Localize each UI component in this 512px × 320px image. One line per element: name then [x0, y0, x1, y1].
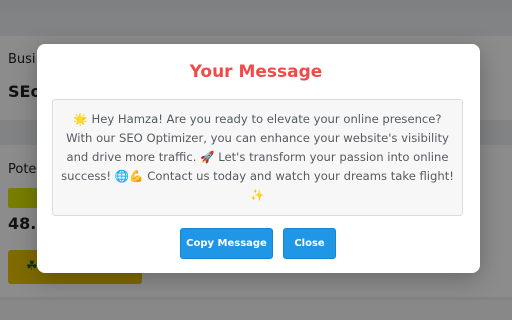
copy-message-button[interactable]: Copy Message [180, 228, 273, 259]
modal-title: Your Message [189, 62, 323, 82]
close-button[interactable]: Close [283, 228, 336, 259]
message-text: 🌟 Hey Hamza! Are you ready to elevate yo… [52, 99, 463, 216]
